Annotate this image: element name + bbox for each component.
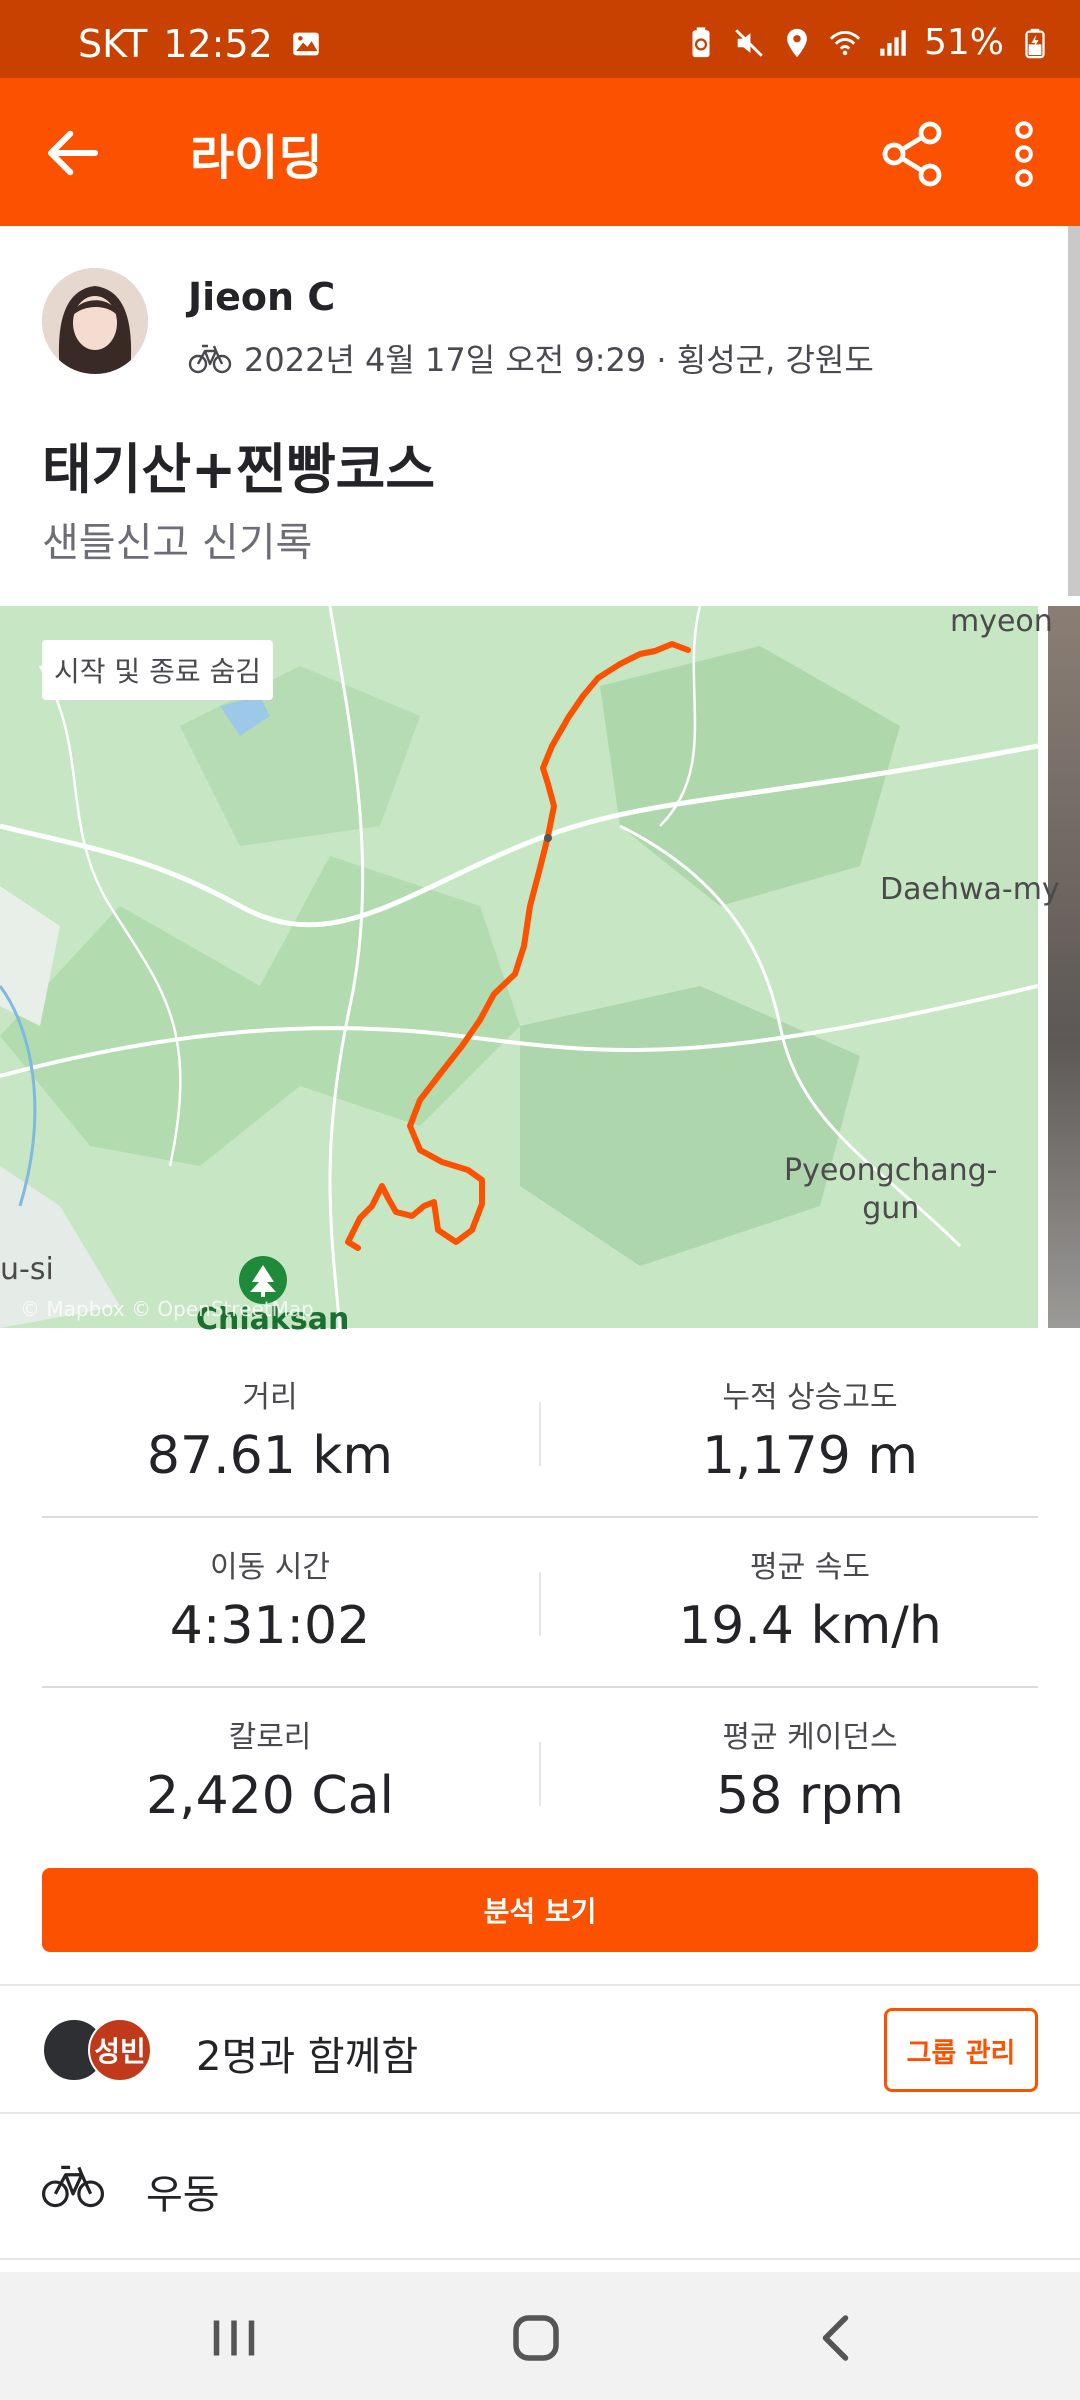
stat-value: 58 rpm xyxy=(716,1766,904,1826)
stat-label: 평균 속도 xyxy=(750,1550,870,1585)
carrier-label: SKT xyxy=(78,22,148,66)
mute-icon xyxy=(735,28,763,57)
recents-icon[interactable] xyxy=(204,2308,264,2368)
time-label: 12:52 xyxy=(163,22,273,66)
photo-thumbnail[interactable] xyxy=(1048,606,1080,1328)
bicycle-icon xyxy=(41,2165,105,2208)
stat-divider xyxy=(539,1742,541,1806)
image-icon xyxy=(293,32,319,56)
status-left: SKT 12:52 xyxy=(78,22,323,66)
stat-calories: 칼로리 2,420 Cal xyxy=(0,1712,540,1826)
more-vertical-icon[interactable] xyxy=(1004,118,1044,190)
map-label-pyeongchang: Pyeongchang- gun xyxy=(784,1153,998,1226)
stat-avg-speed: 평균 속도 19.4 km/h xyxy=(540,1542,1080,1656)
stat-divider xyxy=(539,1572,541,1636)
stat-label: 누적 상승고도 xyxy=(722,1380,898,1415)
activity-description: 샌들신고 신기록 xyxy=(42,520,313,566)
divider xyxy=(0,1984,1080,1986)
stat-elevation-gain: 누적 상승고도 1,179 m xyxy=(540,1372,1080,1486)
stat-label: 칼로리 xyxy=(228,1720,312,1755)
stat-divider xyxy=(42,1516,1038,1518)
stat-value: 19.4 km/h xyxy=(678,1596,942,1656)
app-bar: 라이딩 xyxy=(0,78,1080,226)
arrow-left-icon[interactable] xyxy=(40,120,106,186)
divider xyxy=(0,2112,1080,2114)
map-attribution[interactable]: © Mapbox © OpenStreetMap xyxy=(20,1297,314,1321)
stat-moving-time: 이동 시간 4:31:02 xyxy=(0,1542,540,1656)
group-avatars[interactable]: 성빈 xyxy=(42,2018,162,2082)
activity-title: 태기산+찐빵코스 xyxy=(42,438,436,501)
battery-saver-icon xyxy=(692,26,710,57)
map-label-daehwa: Daehwa-my xyxy=(880,872,1060,907)
scrollbar[interactable] xyxy=(1068,226,1080,596)
group-activity-text[interactable]: 2명과 함께함 xyxy=(196,2024,418,2082)
activity-meta: 2022년 4월 17일 오전 9:29 · 횡성군, 강원도 xyxy=(188,335,874,381)
battery-label: 51% xyxy=(923,22,1004,63)
share-icon[interactable] xyxy=(876,118,948,190)
avatar[interactable] xyxy=(42,268,148,374)
avatar: 성빈 xyxy=(88,2018,152,2082)
bicycle-icon xyxy=(188,344,232,374)
map-label-myeon: myeon xyxy=(950,604,1053,639)
battery-charging-icon xyxy=(1025,28,1045,58)
map-privacy-chip: 시작 및 종료 숨김 xyxy=(42,640,274,700)
system-nav-bar xyxy=(0,2272,1080,2400)
avatar-image xyxy=(42,268,148,374)
athlete-name[interactable]: Jieon C xyxy=(188,275,335,319)
view-analysis-button[interactable]: 분석 보기 xyxy=(42,1868,1038,1952)
stat-avg-cadence: 평균 케이던스 58 rpm xyxy=(540,1712,1080,1826)
status-bar: SKT 12:52 51% xyxy=(0,0,1080,78)
back-chevron-icon[interactable] xyxy=(808,2308,868,2368)
divider xyxy=(0,2258,1080,2260)
location-icon xyxy=(787,28,807,57)
map-label-u-si: u-si xyxy=(0,1252,54,1287)
stat-value: 2,420 Cal xyxy=(145,1766,394,1826)
stat-label: 평균 케이던스 xyxy=(722,1720,898,1755)
stat-label: 거리 xyxy=(242,1380,298,1415)
signal-icon xyxy=(880,29,906,56)
wifi-icon xyxy=(829,30,861,55)
manage-group-button[interactable]: 그룹 관리 xyxy=(884,2008,1038,2092)
gear-name[interactable]: 우동 xyxy=(146,2162,220,2220)
stat-distance: 거리 87.61 km xyxy=(0,1372,540,1486)
activity-datetime-location: 2022년 4월 17일 오전 9:29 · 횡성군, 강원도 xyxy=(244,341,874,379)
stat-divider xyxy=(539,1402,541,1466)
home-icon[interactable] xyxy=(506,2308,566,2368)
stat-value: 1,179 m xyxy=(701,1426,919,1486)
stat-divider xyxy=(42,1686,1038,1688)
page-title: 라이딩 xyxy=(190,130,323,186)
stat-value: 87.61 km xyxy=(146,1426,394,1486)
stat-value: 4:31:02 xyxy=(169,1596,371,1656)
stat-label: 이동 시간 xyxy=(210,1550,330,1585)
status-right: 51% xyxy=(684,22,1052,63)
